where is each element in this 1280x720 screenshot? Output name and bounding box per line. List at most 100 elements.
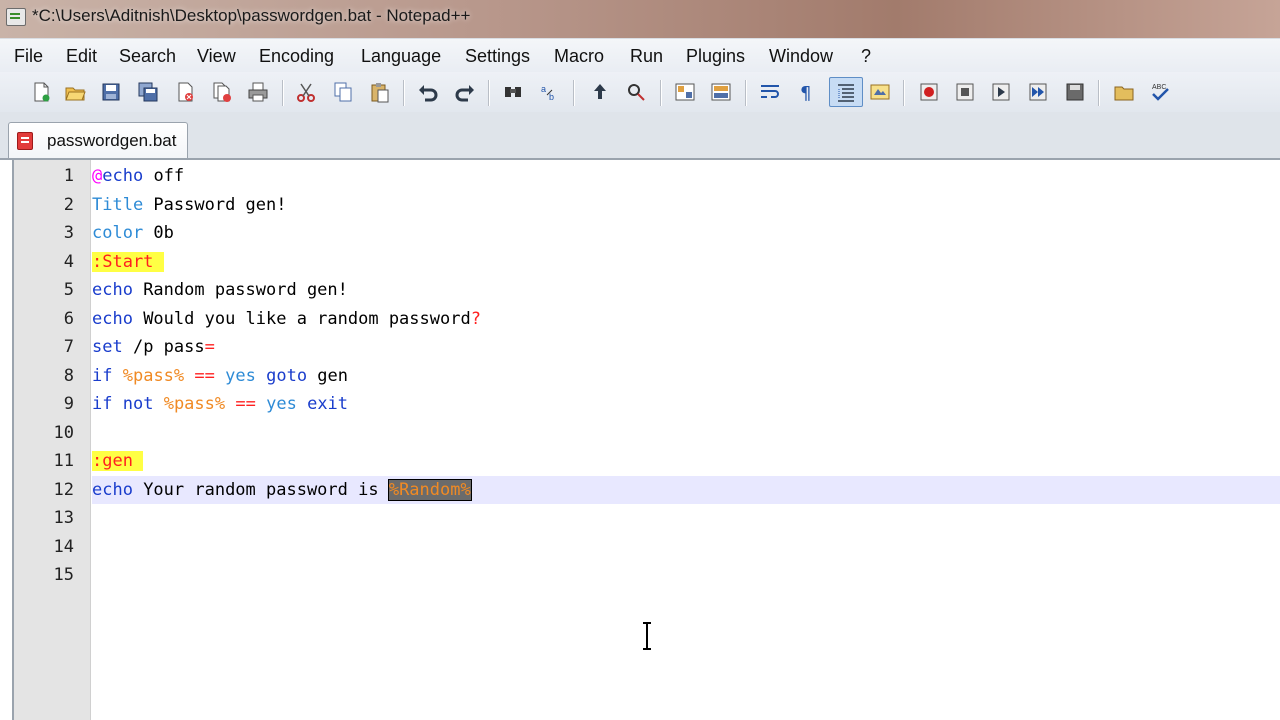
close-all-icon[interactable] — [209, 79, 235, 105]
line-number: 14 — [53, 536, 74, 557]
menu-settings[interactable]: Settings — [465, 46, 530, 67]
new-file-icon[interactable] — [28, 79, 54, 105]
tab-passwordgen-bat[interactable]: passwordgen.bat — [8, 122, 188, 158]
code-editor[interactable]: 1 2 3 4 5 6 7 8 9 10 11 12 13 14 15 @echo off Title Pas… — [12, 160, 1280, 720]
code-line[interactable]: echo Your random password is %Random% — [92, 475, 1280, 504]
open-file-icon[interactable] — [62, 79, 88, 105]
code-token: ? — [470, 308, 481, 329]
zoom-out-icon[interactable] — [623, 79, 649, 105]
svg-text:¶: ¶ — [800, 83, 811, 103]
code-line[interactable] — [92, 561, 1280, 589]
line-number: 13 — [53, 508, 74, 528]
code-line[interactable] — [92, 504, 1280, 532]
line-number: 15 — [53, 565, 74, 585]
menu-encoding[interactable]: Encoding — [259, 46, 334, 67]
spell-check-icon[interactable]: ABC — [1147, 79, 1173, 105]
code-token: :gen — [92, 451, 144, 471]
code-token: @ — [92, 166, 103, 186]
line-number: 11 — [53, 451, 74, 471]
code-token: Title — [92, 194, 144, 215]
line-number: 6 — [63, 308, 74, 329]
svg-text:ABC: ABC — [1152, 84, 1166, 91]
code-line[interactable]: echo Would you like a random password? — [92, 305, 1280, 333]
menu-file[interactable]: File — [14, 46, 43, 67]
code-token: == — [235, 394, 256, 414]
find-icon[interactable] — [500, 79, 526, 105]
code-line[interactable]: Title Password gen! — [92, 191, 1280, 219]
code-line[interactable]: set /p pass= — [92, 333, 1280, 361]
menu-bar: File Edit Search View Encoding Language … — [0, 38, 1280, 73]
code-area[interactable]: @echo off Title Password gen! color 0b:Sta… — [92, 160, 1280, 720]
sync-vertical-icon[interactable] — [672, 79, 698, 105]
word-wrap-icon[interactable] — [757, 79, 783, 105]
user-language-icon[interactable] — [867, 79, 893, 105]
code-token: gen — [307, 365, 349, 386]
undo-icon[interactable] — [415, 79, 441, 105]
copy-icon[interactable] — [330, 79, 356, 105]
code-token: yes — [225, 365, 256, 386]
play-macro-icon[interactable] — [988, 79, 1014, 105]
save-all-icon[interactable] — [135, 79, 161, 105]
line-number: 1 — [63, 166, 74, 186]
code-token: = — [204, 337, 215, 357]
code-line[interactable]: @echo off — [92, 162, 1280, 190]
close-icon[interactable] — [172, 79, 198, 105]
menu-help[interactable]: ? — [861, 46, 871, 67]
unsaved-file-icon — [17, 132, 33, 150]
menu-run[interactable]: Run — [630, 46, 663, 67]
code-token: yes — [266, 394, 297, 414]
paste-icon[interactable] — [367, 79, 393, 105]
toolbar: ab ¶ ABC — [0, 72, 1280, 113]
menu-plugins[interactable]: Plugins — [686, 46, 745, 67]
code-line[interactable]: echo Random password gen! — [92, 276, 1280, 304]
tab-bar: passwordgen.bat — [0, 112, 1280, 160]
cut-icon[interactable] — [293, 79, 319, 105]
code-line[interactable]: if not %pass% == yes exit — [92, 390, 1280, 418]
code-token: echo — [92, 308, 133, 329]
line-number: 12 — [53, 479, 74, 500]
code-token: color — [92, 223, 144, 243]
code-token: if — [92, 394, 113, 414]
line-number: 8 — [63, 365, 74, 386]
code-line[interactable]: color 0b — [92, 219, 1280, 247]
run-macro-multiple-icon[interactable] — [1025, 79, 1051, 105]
code-line[interactable]: if %pass% == yes goto gen — [92, 362, 1280, 390]
menu-macro[interactable]: Macro — [554, 46, 604, 67]
menu-view[interactable]: View — [197, 46, 236, 67]
sync-horizontal-icon[interactable] — [708, 79, 734, 105]
window-title: *C:\Users\Aditnish\Desktop\passwordgen.b… — [32, 6, 471, 25]
replace-icon[interactable]: ab — [537, 79, 563, 105]
code-line[interactable]: :gen — [92, 447, 1280, 475]
save-icon[interactable] — [98, 79, 124, 105]
code-line[interactable]: :Start — [92, 248, 1280, 276]
menu-language[interactable]: Language — [361, 46, 441, 67]
code-token: /p pass — [122, 337, 205, 357]
code-token: goto — [266, 365, 308, 386]
code-token: exit — [307, 394, 349, 414]
redo-icon[interactable] — [452, 79, 478, 105]
notepad-app-icon[interactable] — [6, 8, 26, 26]
code-line[interactable] — [92, 533, 1280, 561]
indent-guide-icon[interactable] — [829, 77, 863, 107]
print-icon[interactable] — [245, 79, 271, 105]
code-token: echo — [92, 280, 133, 300]
menu-search[interactable]: Search — [119, 46, 176, 67]
stop-record-icon[interactable] — [952, 79, 978, 105]
show-all-chars-icon[interactable]: ¶ — [793, 79, 819, 105]
code-token: == — [194, 365, 215, 386]
code-line[interactable] — [92, 419, 1280, 447]
zoom-in-icon[interactable] — [587, 79, 613, 105]
folder-icon[interactable] — [1111, 79, 1137, 105]
menu-edit[interactable]: Edit — [66, 46, 97, 67]
menu-window[interactable]: Window — [769, 46, 833, 67]
save-macro-icon[interactable] — [1062, 79, 1088, 105]
line-number: 10 — [53, 422, 74, 443]
record-macro-icon[interactable] — [916, 79, 942, 105]
